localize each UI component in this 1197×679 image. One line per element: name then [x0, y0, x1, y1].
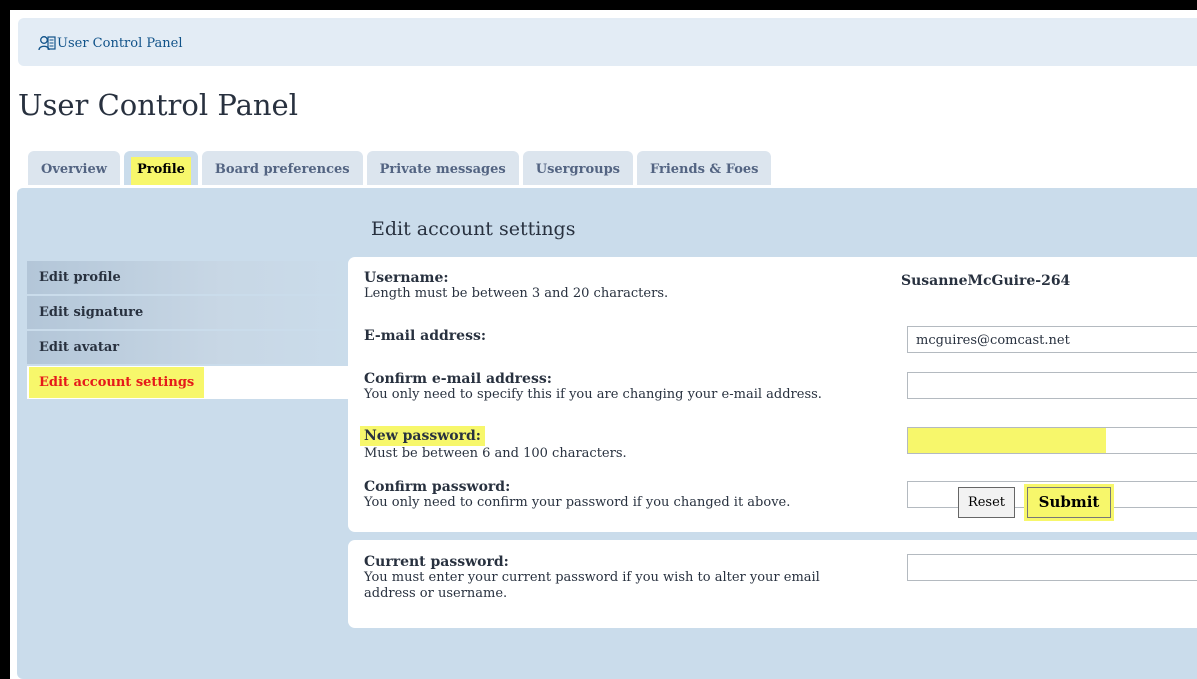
menu-item-label: Edit avatar: [39, 340, 120, 355]
tab-friends-foes[interactable]: Friends & Foes: [636, 151, 772, 185]
new-password-field[interactable]: [907, 427, 1197, 454]
tab-label: Usergroups: [535, 162, 620, 177]
new-password-highlight: [908, 428, 1106, 453]
tab-label: Friends & Foes: [649, 162, 759, 177]
confirm-password-label: Confirm password:: [364, 479, 511, 495]
confirm-email-field[interactable]: [907, 372, 1197, 399]
tab-board-preferences[interactable]: Board preferences: [201, 151, 363, 185]
username-row: Username: Length must be between 3 and 2…: [364, 270, 668, 302]
new-password-label: New password:: [360, 426, 485, 446]
tab-private-messages[interactable]: Private messages: [366, 151, 519, 185]
confirm-password-hint: You only need to confirm your password i…: [364, 495, 791, 510]
breadcrumb-label[interactable]: User Control Panel: [57, 36, 183, 51]
current-password-fieldset: Current password: You must enter your cu…: [348, 540, 1197, 628]
menu-item-label: Edit account settings: [31, 369, 203, 396]
current-password-field[interactable]: [907, 554, 1197, 581]
side-menu: Edit profile Edit signature Edit avatar …: [27, 261, 352, 401]
menu-item-edit-profile[interactable]: Edit profile: [27, 261, 352, 296]
menu-item-edit-signature[interactable]: Edit signature: [27, 296, 352, 331]
username-hint: Length must be between 3 and 20 characte…: [364, 286, 669, 301]
menu-item-label: Edit signature: [39, 305, 144, 320]
reset-button[interactable]: Reset: [958, 487, 1015, 518]
user-panel-icon: [38, 36, 56, 51]
submit-label: Submit: [1028, 488, 1110, 517]
tab-usergroups[interactable]: Usergroups: [522, 151, 633, 185]
menu-item-edit-account-settings[interactable]: Edit account settings: [27, 366, 352, 401]
content-panel: Edit profile Edit signature Edit avatar …: [17, 188, 1197, 679]
tab-label: Profile: [130, 157, 191, 185]
breadcrumb[interactable]: User Control Panel: [38, 35, 183, 51]
page: User Control Panel User Control Panel Ov…: [10, 10, 1197, 679]
section-title: Edit account settings: [371, 218, 576, 240]
email-row: E-mail address:: [364, 328, 486, 344]
email-field[interactable]: mcguires@comcast.net: [907, 326, 1197, 353]
confirm-email-label: Confirm e-mail address:: [364, 371, 552, 387]
new-password-hint: Must be between 6 and 100 characters.: [364, 446, 627, 461]
tab-bar: Overview Profile Board preferences Priva…: [28, 151, 775, 187]
current-password-label: Current password:: [364, 554, 509, 570]
menu-item-label: Edit profile: [39, 270, 121, 285]
tab-overview[interactable]: Overview: [28, 151, 120, 185]
username-value: SusanneMcGuire-264: [901, 273, 1071, 289]
page-title: User Control Panel: [18, 88, 298, 122]
current-password-row: Current password: You must enter your cu…: [364, 554, 874, 602]
confirm-email-row: Confirm e-mail address: You only need to…: [364, 371, 822, 403]
email-label: E-mail address:: [364, 328, 487, 344]
current-password-hint: You must enter your current password if …: [364, 570, 820, 601]
breadcrumb-bar: User Control Panel: [18, 18, 1197, 66]
tab-label: Private messages: [379, 162, 506, 177]
menu-item-edit-avatar[interactable]: Edit avatar: [27, 331, 352, 366]
confirm-password-row: Confirm password: You only need to confi…: [364, 479, 790, 511]
tab-label: Board preferences: [214, 162, 350, 177]
tab-profile[interactable]: Profile: [123, 151, 198, 185]
confirm-email-hint: You only need to specify this if you are…: [364, 387, 822, 402]
new-password-row: New password: Must be between 6 and 100 …: [360, 425, 627, 462]
username-label: Username:: [364, 270, 449, 286]
submit-button[interactable]: Submit: [1027, 487, 1111, 518]
tab-label: Overview: [41, 162, 107, 177]
